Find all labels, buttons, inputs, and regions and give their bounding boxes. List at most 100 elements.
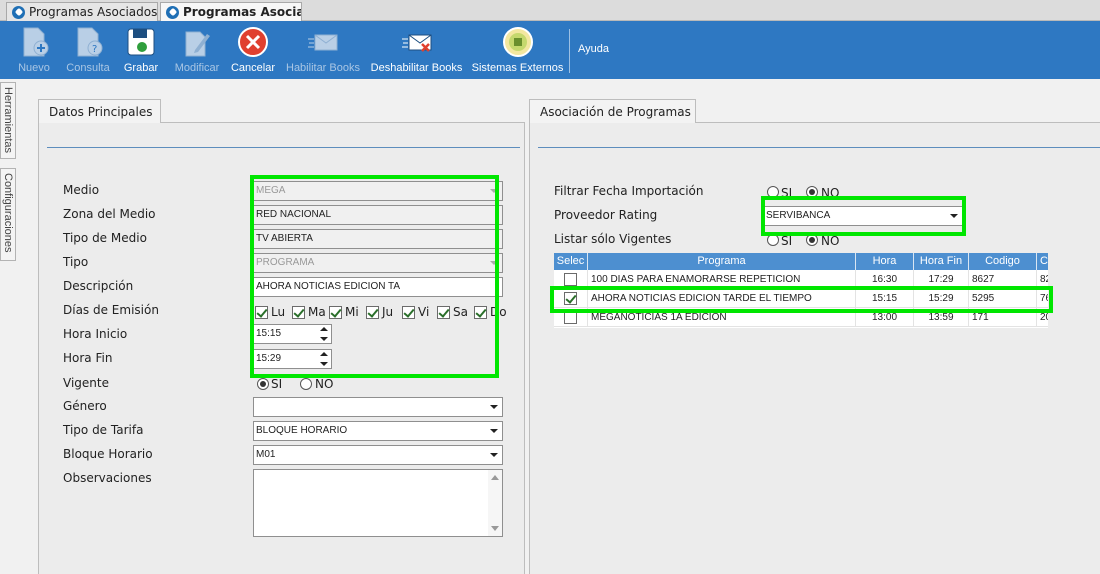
listar-si-radio[interactable] (767, 234, 779, 246)
tipo-tarifa-select[interactable]: BLOQUE HORARIO (253, 421, 503, 441)
chevron-down-icon (490, 429, 498, 433)
chevron-down-icon (490, 453, 498, 457)
cancel-icon (238, 27, 268, 57)
column-header-programa[interactable]: Programa (588, 253, 856, 270)
habilitar-books-button[interactable]: Habilitar Books (283, 21, 363, 79)
document-tab-bar: Programas Asociados Programas Asociados (0, 0, 1100, 21)
proveedor-rating-value: SERVIBANCA (766, 210, 831, 221)
proveedor-rating-label: Proveedor Rating (554, 208, 658, 222)
query-document-icon: ? (77, 27, 103, 57)
row-select-checkbox[interactable] (564, 292, 577, 305)
proveedor-rating-select[interactable]: SERVIBANCA (763, 206, 963, 226)
column-header-hora-fin[interactable]: Hora Fin (914, 253, 969, 270)
zona-value: RED NACIONAL (256, 209, 332, 220)
disable-books-icon (401, 34, 431, 52)
doc-tab-programas-asociados-2[interactable]: Programas Asociados (160, 2, 302, 21)
tipo-medio-field[interactable]: TV ABIERTA (253, 229, 503, 249)
deshabilitar-books-label: Deshabilitar Books (370, 62, 463, 74)
panel-divider (538, 147, 1100, 148)
day-checkbox-mi[interactable] (329, 306, 342, 319)
zona-label: Zona del Medio (63, 207, 156, 221)
vigente-no-radio[interactable] (300, 378, 312, 390)
observaciones-textarea[interactable] (253, 469, 503, 537)
side-tab-configuraciones[interactable]: Configuraciones (0, 168, 16, 261)
external-systems-icon (502, 27, 533, 57)
column-header-c[interactable]: C (1037, 253, 1048, 270)
app-logo-icon (166, 6, 179, 19)
c-cell: 82 (1037, 270, 1048, 289)
c-cell: 76 (1037, 289, 1048, 308)
codigo-cell: 5295 (969, 289, 1037, 308)
column-header-selec[interactable]: Selec (554, 253, 588, 270)
genero-label: Género (63, 399, 107, 413)
deshabilitar-books-button[interactable]: Deshabilitar Books (368, 21, 465, 79)
chevron-down-icon (490, 261, 498, 265)
row-select-cell (554, 289, 588, 308)
consulta-button[interactable]: ? Consulta (63, 21, 113, 79)
bloque-horario-select[interactable]: M01 (253, 445, 503, 465)
row-select-checkbox[interactable] (564, 311, 577, 324)
descripcion-value: AHORA NOTICIAS EDICION TA (256, 281, 401, 292)
chevron-down-icon (950, 214, 958, 218)
day-checkbox-do[interactable] (474, 306, 487, 319)
nuevo-label: Nuevo (18, 62, 50, 74)
filtrar-no-radio[interactable] (806, 186, 818, 198)
table-row[interactable]: MEGANOTICIAS 1A EDICION 13:00 13:59 171 … (554, 308, 1048, 327)
table-row[interactable]: AHORA NOTICIAS EDICION TARDE EL TIEMPO 1… (554, 289, 1048, 308)
save-icon (127, 28, 155, 56)
day-label-mi: Mi (345, 305, 359, 319)
day-label-lu: Lu (271, 305, 286, 319)
side-tab-herramientas[interactable]: Herramientas (0, 82, 16, 159)
zona-field[interactable]: RED NACIONAL (253, 205, 503, 225)
spinner-arrows-icon[interactable] (320, 352, 329, 366)
vigente-si-radio[interactable] (257, 378, 269, 390)
filtrar-si-radio[interactable] (767, 186, 779, 198)
sistemas-externos-button[interactable]: Sistemas Externos (470, 21, 565, 79)
grabar-button[interactable]: Grabar (120, 21, 162, 79)
tab-datos-principales[interactable]: Datos Principales (38, 99, 161, 123)
new-document-icon (23, 27, 49, 57)
hora-fin-spinner[interactable]: 15:29 (253, 349, 332, 369)
bloque-horario-value: M01 (256, 449, 276, 460)
table-row[interactable]: 100 DIAS PARA ENAMORARSE REPETICION 16:3… (554, 270, 1048, 289)
day-checkbox-sa[interactable] (437, 306, 450, 319)
day-label-sa: Sa (453, 305, 468, 319)
bloque-horario-label: Bloque Horario (63, 447, 153, 461)
side-tab-label: Configuraciones (2, 173, 14, 253)
cancelar-button[interactable]: Cancelar (229, 21, 277, 79)
day-label-ma: Ma (308, 305, 326, 319)
tab-asociacion-programas[interactable]: Asociación de Programas (529, 99, 696, 123)
listar-vigentes-label: Listar sólo Vigentes (554, 232, 672, 246)
listar-no-radio[interactable] (806, 234, 818, 246)
column-header-codigo[interactable]: Codigo (969, 253, 1037, 270)
programa-cell: MEGANOTICIAS 1A EDICION (588, 308, 856, 327)
ayuda-button[interactable]: Ayuda (578, 43, 609, 55)
genero-select[interactable] (253, 397, 503, 417)
medio-select[interactable]: MEGA (253, 181, 503, 201)
codigo-cell: 8627 (969, 270, 1037, 289)
hora-inicio-spinner[interactable]: 15:15 (253, 324, 332, 344)
dias-emision-label: Días de Emisión (63, 303, 159, 317)
listar-si-label: SI (781, 234, 793, 248)
codigo-cell: 171 (969, 308, 1037, 327)
tipo-value: PROGRAMA (256, 257, 315, 268)
nuevo-button[interactable]: Nuevo (12, 21, 56, 79)
toolbar-separator (569, 29, 570, 73)
modificar-button[interactable]: Modificar (171, 21, 223, 79)
tipo-select[interactable]: PROGRAMA (253, 253, 503, 273)
day-checkbox-ma[interactable] (292, 306, 305, 319)
day-checkbox-ju[interactable] (366, 306, 379, 319)
day-checkbox-lu[interactable] (255, 306, 268, 319)
spinner-arrows-icon[interactable] (320, 327, 329, 341)
descripcion-field[interactable]: AHORA NOTICIAS EDICION TA (253, 277, 503, 297)
medio-value: MEGA (256, 185, 286, 196)
observaciones-scrollbar[interactable] (488, 470, 502, 536)
c-cell: 20 (1037, 308, 1048, 327)
chevron-down-icon (490, 189, 498, 193)
row-select-checkbox[interactable] (564, 273, 577, 286)
column-header-hora[interactable]: Hora (856, 253, 914, 270)
sistemas-externos-label: Sistemas Externos (471, 62, 564, 74)
doc-tab-programas-asociados-1[interactable]: Programas Asociados (6, 2, 158, 21)
row-select-cell (554, 308, 588, 327)
day-checkbox-vi[interactable] (402, 306, 415, 319)
